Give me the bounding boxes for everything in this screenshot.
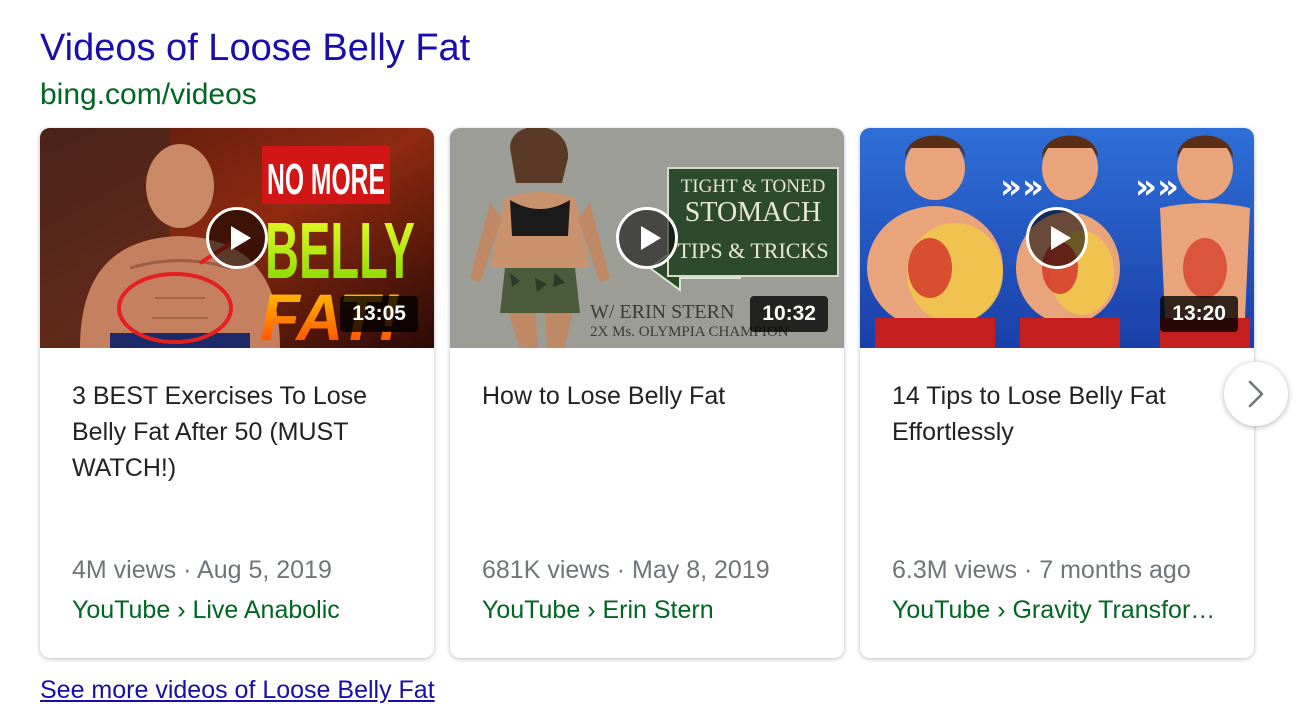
video-thumbnail[interactable]: »» »» 13:20 — [860, 128, 1254, 348]
play-icon[interactable] — [616, 207, 678, 269]
video-duration: 13:20 — [1160, 296, 1238, 332]
see-more-videos-link[interactable]: See more videos of Loose Belly Fat — [40, 672, 435, 708]
video-channel: YouTube › Gravity Transfor… — [892, 596, 1216, 624]
video-duration: 13:05 — [340, 296, 418, 332]
video-meta: 6.3M views · 7 months ago — [892, 556, 1191, 584]
video-thumbnail[interactable]: TIGHT & TONED STOMACH TIPS & TRICKS W/ E… — [450, 128, 844, 348]
results-title-link[interactable]: Videos of Loose Belly Fat — [40, 24, 470, 72]
video-title[interactable]: How to Lose Belly Fat — [482, 378, 822, 414]
svg-text:»»: »» — [1000, 167, 1044, 207]
video-meta: 681K views · May 8, 2019 — [482, 556, 770, 584]
video-thumbnail[interactable]: NO MORE BELLY FAT! 13:05 — [40, 128, 434, 348]
video-channel: YouTube › Live Anabolic — [72, 596, 340, 624]
svg-text:NO MORE: NO MORE — [267, 155, 385, 204]
video-meta: 4M views · Aug 5, 2019 — [72, 556, 332, 584]
play-icon[interactable] — [206, 207, 268, 269]
source-url: bing.com/videos — [40, 78, 257, 111]
video-duration: 10:32 — [750, 296, 828, 332]
chevron-right-icon — [1248, 380, 1264, 408]
carousel-next-button[interactable] — [1224, 362, 1288, 426]
video-card[interactable]: NO MORE BELLY FAT! 13:05 3 BEST Exercise… — [40, 128, 434, 658]
svg-text:»»: »» — [1135, 167, 1179, 207]
svg-text:TIGHT & TONED: TIGHT & TONED — [681, 176, 826, 197]
video-title[interactable]: 14 Tips to Lose Belly Fat Effortlessly — [892, 378, 1232, 450]
video-title[interactable]: 3 BEST Exercises To Lose Belly Fat After… — [72, 378, 412, 486]
video-channel: YouTube › Erin Stern — [482, 596, 714, 624]
video-card[interactable]: TIGHT & TONED STOMACH TIPS & TRICKS W/ E… — [450, 128, 844, 658]
video-card[interactable]: »» »» 13:20 14 Tips to Lose Belly Fat Ef… — [860, 128, 1254, 658]
play-icon[interactable] — [1026, 207, 1088, 269]
svg-text:STOMACH: STOMACH — [685, 197, 821, 228]
svg-text:W/ ERIN STERN: W/ ERIN STERN — [590, 301, 734, 323]
svg-text:TIPS & TRICKS: TIPS & TRICKS — [677, 238, 828, 263]
